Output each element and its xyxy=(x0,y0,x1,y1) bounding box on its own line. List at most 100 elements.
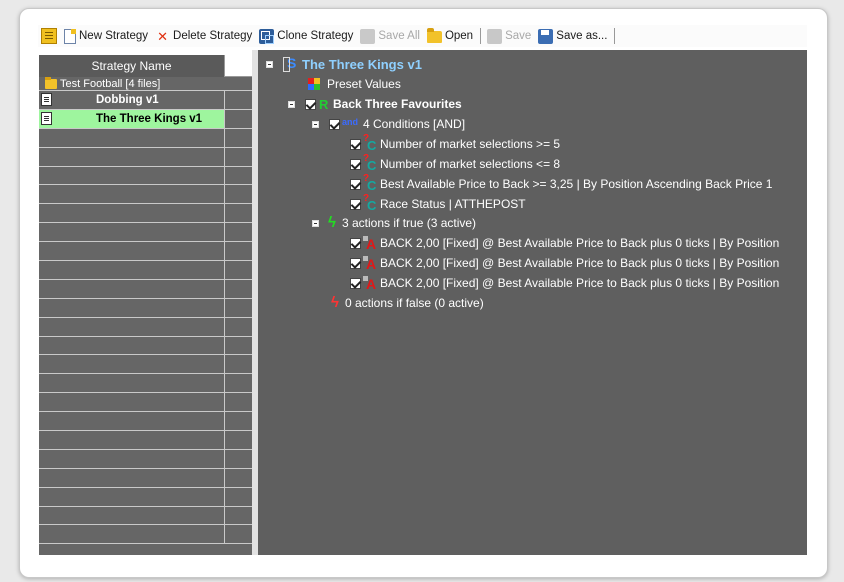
empty-grid-row xyxy=(39,298,252,318)
clone-strategy-button[interactable]: Clone Strategy xyxy=(259,28,354,44)
grid-header: Strategy Name xyxy=(39,55,252,77)
empty-grid-row xyxy=(39,449,252,469)
new-strategy-label: New Strategy xyxy=(79,30,149,42)
action-icon xyxy=(363,276,377,292)
strategy-grid: Strategy Name Test Football [4 files] Do… xyxy=(39,55,252,555)
condition-item[interactable]: Race Status | ATTHEPOST xyxy=(350,193,526,214)
delete-strategy-label: Delete Strategy xyxy=(173,30,253,42)
empty-grid-row xyxy=(39,185,252,205)
action-item[interactable]: BACK 2,00 [Fixed] @ Best Available Price… xyxy=(350,273,779,293)
action-checkbox[interactable] xyxy=(350,237,361,249)
strategy-list-icon[interactable] xyxy=(41,28,57,44)
save-as-icon xyxy=(538,28,554,44)
group-label: Test Football [4 files] xyxy=(60,77,161,90)
empty-grid-row xyxy=(39,525,252,545)
condition-checkbox[interactable] xyxy=(350,178,361,190)
empty-grid-row xyxy=(39,393,252,413)
save-icon xyxy=(487,28,503,44)
action-icon xyxy=(363,256,377,272)
grid-header-extra xyxy=(225,55,252,77)
empty-grid-row xyxy=(39,147,252,167)
strategy-tree: The Three Kings v1 Preset Values Back Th… xyxy=(258,50,807,555)
collapse-toggle[interactable] xyxy=(312,120,319,128)
lightning-red-icon xyxy=(330,294,342,311)
delete-strategy-button[interactable]: ✕ Delete Strategy xyxy=(155,29,252,44)
condition-icon xyxy=(363,153,377,173)
collapse-toggle[interactable] xyxy=(312,219,319,227)
open-label: Open xyxy=(444,30,474,42)
empty-grid-row xyxy=(39,128,252,148)
new-strategy-button[interactable]: New Strategy xyxy=(62,28,149,44)
empty-grid-row xyxy=(39,317,252,337)
action-checkbox[interactable] xyxy=(350,277,361,289)
tree-node-actions-false[interactable]: 0 actions if false (0 active) xyxy=(330,293,484,313)
file-icon xyxy=(41,112,52,126)
empty-grid-row xyxy=(39,336,252,356)
rule-checkbox[interactable] xyxy=(305,98,316,110)
clone-strategy-label: Clone Strategy xyxy=(277,30,354,42)
empty-grid-row xyxy=(39,431,252,450)
save-as-button[interactable]: Save as... xyxy=(538,28,608,44)
actions-false-label: 0 actions if false (0 active) xyxy=(345,296,484,310)
tree-node-root[interactable]: The Three Kings v1 xyxy=(266,54,422,74)
rule-label: Back Three Favourites xyxy=(333,97,462,111)
condition-checkbox[interactable] xyxy=(350,198,361,210)
condition-checkbox[interactable] xyxy=(350,158,361,170)
empty-grid-row xyxy=(39,374,252,394)
preset-label: Preset Values xyxy=(327,77,401,91)
toolbar-separator xyxy=(480,28,482,44)
lightning-green-icon xyxy=(327,214,339,231)
empty-grid-row xyxy=(39,204,252,224)
table-row[interactable]: Dobbing v1 xyxy=(39,91,252,110)
action-item[interactable]: BACK 2,00 [Fixed] @ Best Available Price… xyxy=(350,253,779,273)
strategy-name-column-header[interactable]: Strategy Name xyxy=(39,55,225,77)
action-item[interactable]: BACK 2,00 [Fixed] @ Best Available Price… xyxy=(350,233,779,253)
new-document-icon xyxy=(64,28,76,44)
empty-grid-row xyxy=(39,412,252,432)
table-row-selected[interactable]: The Three Kings v1 xyxy=(39,109,252,129)
empty-grid-row xyxy=(39,279,252,299)
condition-checkbox[interactable] xyxy=(350,138,361,150)
empty-grid-row xyxy=(39,166,252,186)
condition-label: Number of market selections <= 8 xyxy=(380,157,561,171)
group-row[interactable]: Test Football [4 files] xyxy=(39,76,252,91)
save-button[interactable]: Save xyxy=(487,28,532,44)
save-all-button[interactable]: Save All xyxy=(360,28,420,44)
empty-grid-row xyxy=(39,223,252,243)
condition-item[interactable]: Number of market selections <= 8 xyxy=(350,153,561,174)
collapse-toggle[interactable] xyxy=(266,60,273,68)
toolbar: New Strategy ✕ Delete Strategy Clone Str… xyxy=(38,25,807,47)
empty-grid-row xyxy=(39,487,252,507)
empty-grid-row xyxy=(39,355,252,375)
condition-icon xyxy=(363,193,377,213)
empty-rows xyxy=(39,128,252,545)
rule-icon xyxy=(318,97,330,112)
condition-item[interactable]: Best Available Price to Back >= 3,25 | B… xyxy=(350,173,772,194)
preset-icon xyxy=(308,78,320,90)
action-label: BACK 2,00 [Fixed] @ Best Available Price… xyxy=(380,276,780,290)
open-button[interactable]: Open xyxy=(426,28,474,43)
save-label: Save xyxy=(505,30,532,42)
empty-grid-row xyxy=(39,506,252,526)
condition-icon xyxy=(363,173,377,193)
action-checkbox[interactable] xyxy=(350,257,361,269)
strategy-name-cell: The Three Kings v1 xyxy=(96,112,203,125)
save-as-label: Save as... xyxy=(556,30,608,42)
tree-node-rule[interactable]: Back Three Favourites xyxy=(288,94,462,114)
folder-open-icon xyxy=(426,28,442,43)
root-label: The Three Kings v1 xyxy=(302,56,422,72)
condition-item[interactable]: Number of market selections >= 5 xyxy=(350,133,561,154)
tree-node-conditions[interactable]: 4 Conditions [AND] xyxy=(312,114,465,134)
action-icon xyxy=(363,236,377,252)
empty-grid-row xyxy=(39,261,252,280)
conditions-label: 4 Conditions [AND] xyxy=(363,117,466,131)
action-label: BACK 2,00 [Fixed] @ Best Available Price… xyxy=(380,256,780,270)
tree-node-preset[interactable]: Preset Values xyxy=(308,74,401,94)
actions-true-label: 3 actions if true (3 active) xyxy=(342,216,477,230)
strategy-name-cell: Dobbing v1 xyxy=(96,93,159,106)
condition-label: Race Status | ATTHEPOST xyxy=(380,197,526,211)
collapse-toggle[interactable] xyxy=(288,100,295,108)
conditions-checkbox[interactable] xyxy=(329,118,340,130)
condition-label: Number of market selections >= 5 xyxy=(380,137,561,151)
tree-node-actions-true[interactable]: 3 actions if true (3 active) xyxy=(312,213,476,233)
